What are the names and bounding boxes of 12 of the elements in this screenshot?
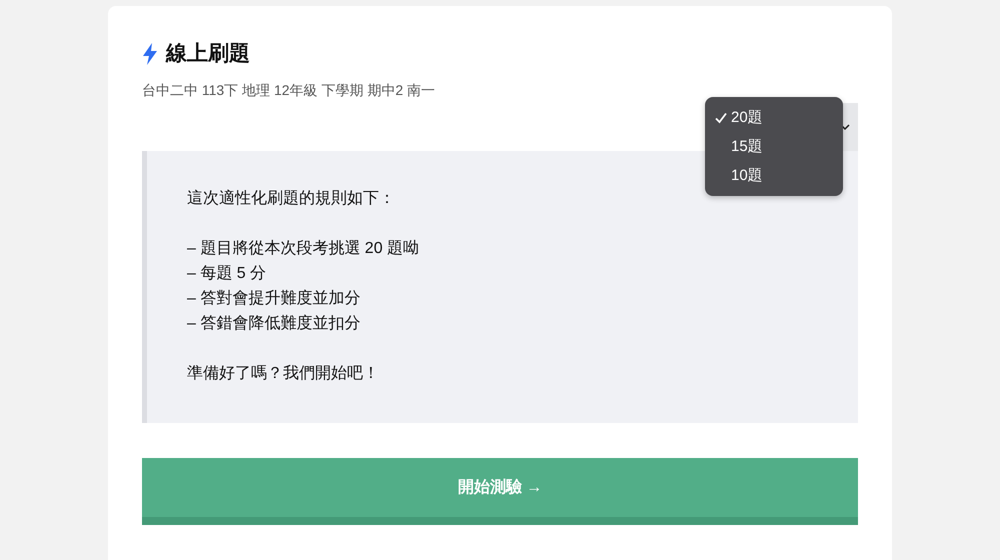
lightning-icon <box>142 43 158 65</box>
rule-item: – 答錯會降低難度並扣分 <box>187 314 362 334</box>
dropdown-option[interactable]: 10題 <box>705 161 843 190</box>
dropdown-option[interactable]: 15題 <box>705 132 843 161</box>
rule-item: – 題目將從本次段考挑選 20 題呦 <box>187 238 420 259</box>
rules-intro: 這次適性化刷題的規則如下： <box>187 188 396 209</box>
dropdown-option[interactable]: 20題 <box>705 103 843 132</box>
page-title: 線上刷題 <box>166 41 250 67</box>
exam-subtitle: 台中二中 113下 地理 12年級 下學期 期中2 南一 <box>142 81 436 100</box>
rules-closing: 準備好了嗎？我們開始吧！ <box>187 364 380 384</box>
rule-item: – 答對會提升難度並加分 <box>187 288 362 309</box>
rule-item: – 每題 5 分 <box>187 264 268 284</box>
